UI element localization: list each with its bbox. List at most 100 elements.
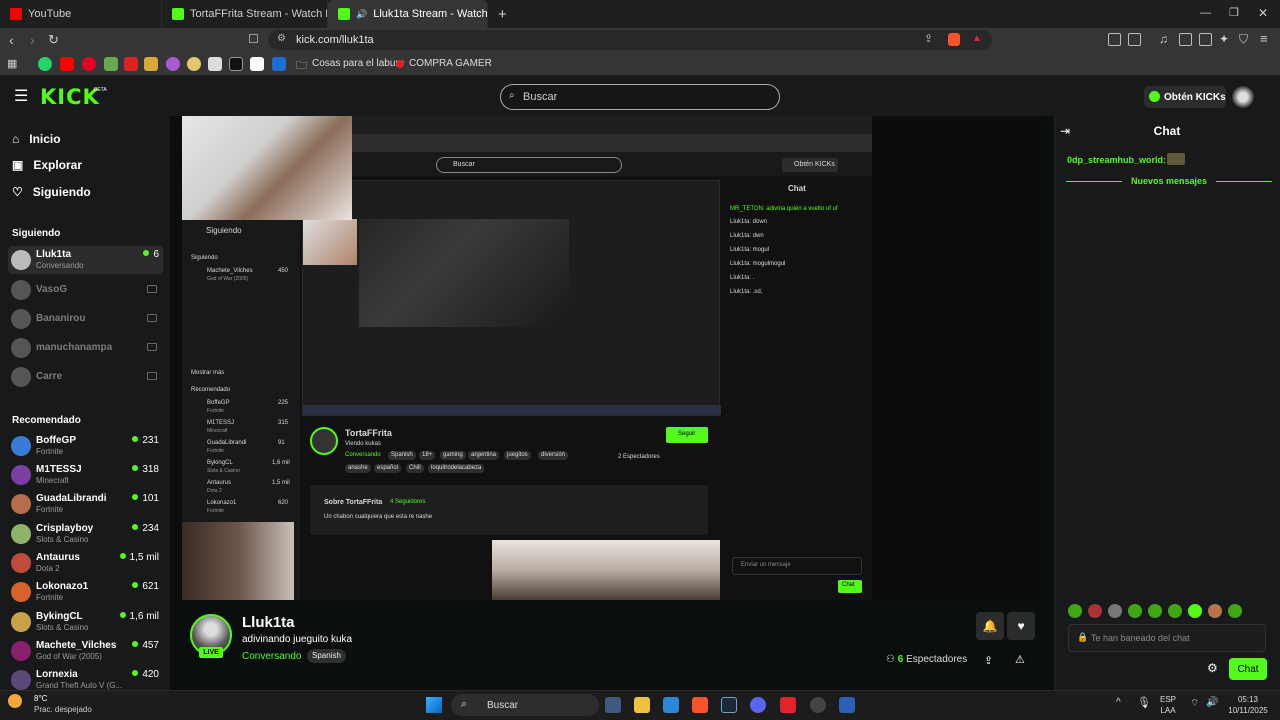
emote-icon[interactable] [1148,604,1162,618]
store-icon[interactable] [663,697,679,713]
show-hidden-icons[interactable]: ^ [1116,697,1121,708]
steam-icon[interactable] [721,697,737,713]
brave-shield-icon[interactable] [948,33,960,46]
report-icon[interactable]: ⚠ [1015,653,1025,666]
channel-item-lokonazo1[interactable]: Lokonazo1 Fortnite 621 [8,578,163,606]
discord-icon[interactable] [750,697,766,713]
window-close-icon[interactable]: ✕ [1258,6,1268,20]
twitch-icon[interactable] [166,57,180,71]
nav-siguiendo[interactable]: ♡ Siguiendo [12,185,91,199]
chat-message-username[interactable]: 0dp_streamhub_world: [1067,155,1166,165]
clock[interactable]: 05:13 10/11/2025 [1222,694,1274,716]
bookmark-site-icon[interactable] [124,57,138,71]
emote-icon[interactable] [1108,604,1122,618]
channel-item-carre[interactable]: Carre [8,363,163,391]
channel-item-lornexia[interactable]: Lornexia Grand Theft Auto V (G... 420 [8,666,163,690]
inner-channel-name: Antaurus [207,480,232,486]
emote-icon[interactable] [1128,604,1142,618]
kick-logo[interactable]: KICK [40,85,100,109]
channel-item-m1tessj[interactable]: M1TESSJ Minecraft 318 [8,461,163,489]
x-icon[interactable] [229,57,243,71]
youtube-bookmark-icon[interactable] [60,57,74,71]
apps-grid-icon[interactable]: ▦ [7,57,17,70]
wifi-icon[interactable]: ⌔ [1190,697,1199,710]
bookmark-site-icon[interactable] [104,57,118,71]
emote-icon[interactable] [1168,604,1182,618]
search-input[interactable]: ⌕ Buscar [500,84,780,110]
bookmark-folder-laburo[interactable]: Cosas para el laburo [312,58,404,69]
forward-icon[interactable]: › [30,32,35,48]
language-indicator[interactable]: ESP LAA [1160,694,1176,716]
microphone-icon[interactable]: 🎙 [1137,696,1151,709]
brave-icon[interactable] [692,697,708,713]
channel-item-vasog[interactable]: VasoG [8,276,163,304]
nav-explorar[interactable]: ▣ Explorar [12,158,82,172]
emote-icon[interactable] [1188,604,1202,618]
file-explorer-icon[interactable] [634,697,650,713]
app-icon[interactable] [780,697,796,713]
language-tag[interactable]: Spanish [307,649,346,663]
bookmark-site-icon[interactable] [144,57,158,71]
bookmark-site-icon[interactable] [187,57,201,71]
follow-button[interactable]: ♥ [1007,612,1035,640]
chat-send-button[interactable]: Chat [1229,658,1267,680]
sidebar-toggle-icon[interactable] [1179,33,1192,46]
channel-category: Minecraft [36,476,69,485]
channel-item-boffegp[interactable]: BoffeGP Fortnite 231 [8,432,163,460]
back-icon[interactable]: ‹ [9,32,14,48]
volume-icon[interactable]: 🔊 [1206,697,1218,708]
windows-start-icon[interactable] [426,697,442,713]
emote-icon[interactable] [1228,604,1242,618]
menu-icon[interactable]: ≡ [1260,31,1268,46]
get-kicks-button[interactable]: Obtén KICKs [1144,86,1226,108]
weather-icon[interactable] [8,694,22,708]
extensions-icon[interactable] [1108,33,1121,46]
wallet-icon[interactable] [1199,33,1212,46]
site-info-icon[interactable]: ⚙ [277,33,286,44]
music-icon[interactable]: ♫ [1159,32,1168,46]
tab-lluk1ta[interactable]: 🔊 Lluk1ta Stream - Watch Live o ✕ [328,0,488,28]
emote-icon[interactable] [1068,604,1082,618]
chat-settings-icon[interactable]: ⚙ [1207,661,1218,675]
tab-youtube[interactable]: YouTube [0,0,162,28]
channel-item-manuchanampa[interactable]: manuchanampa [8,334,163,362]
channel-item-bykingcl[interactable]: BykingCL Slots & Casino 1,6 mil [8,608,163,636]
brave-rewards-icon[interactable]: ▲ [972,33,982,44]
app-icon[interactable] [839,697,855,713]
bookmark-site-icon[interactable] [272,57,286,71]
emote-icon[interactable] [1208,604,1222,618]
share-icon[interactable]: ⇪ [984,654,993,667]
pinterest-icon[interactable] [82,57,96,71]
channel-item-guadalibrandi[interactable]: GuadaLibrandi Fortnite 101 [8,490,163,518]
channel-item-crisplayboy[interactable]: Crisplayboy Slots & Casino 234 [8,520,163,548]
emote-icon[interactable] [1088,604,1102,618]
notifications-button[interactable]: 🔔 [976,612,1004,640]
channel-item-antaurus[interactable]: Antaurus Dota 2 1,5 mil [8,549,163,577]
app-icon[interactable] [810,697,826,713]
new-tab-button[interactable]: + [488,0,517,28]
taskbar-search[interactable]: ⌕ Buscar [451,694,599,716]
amazon-icon[interactable] [208,57,222,71]
task-view-icon[interactable] [605,697,621,713]
reload-icon[interactable]: ↻ [48,32,59,48]
channel-item-lluk1ta[interactable]: Lluk1ta Conversando 6 [8,246,163,274]
tab-tortaffrita[interactable]: TortaFFrita Stream - Watch Live on K [162,0,328,28]
leo-ai-icon[interactable]: ✦ [1219,32,1229,46]
bookmark-compra-gamer[interactable]: COMPRA GAMER [409,58,492,69]
minimize-icon[interactable]: — [1200,7,1211,19]
stream-category[interactable]: Conversando [242,651,301,662]
vpn-shield-icon[interactable]: ⛉ [1239,32,1248,47]
bookmark-icon[interactable]: ☐ [248,32,259,46]
nav-inicio[interactable]: ⌂ Inicio [12,132,61,146]
hamburger-menu-icon[interactable]: ☰ [14,86,28,106]
share-icon[interactable]: ⇪ [924,32,933,45]
maximize-icon[interactable]: ❐ [1229,6,1239,19]
channel-item-bananirou[interactable]: Bananirou [8,305,163,333]
user-avatar[interactable] [1232,86,1254,108]
whatsapp-icon[interactable] [38,57,52,71]
url-field[interactable]: ⚙ kick.com/lluk1ta ⇪ ▲ [268,30,992,50]
bookmark-site-icon[interactable] [250,57,264,71]
channel-item-machete-vilches[interactable]: Machete_Vilches God of War (2005) 457 [8,637,163,665]
screenshot-icon[interactable] [1128,33,1141,46]
streamer-name[interactable]: Lluk1ta [242,614,295,631]
